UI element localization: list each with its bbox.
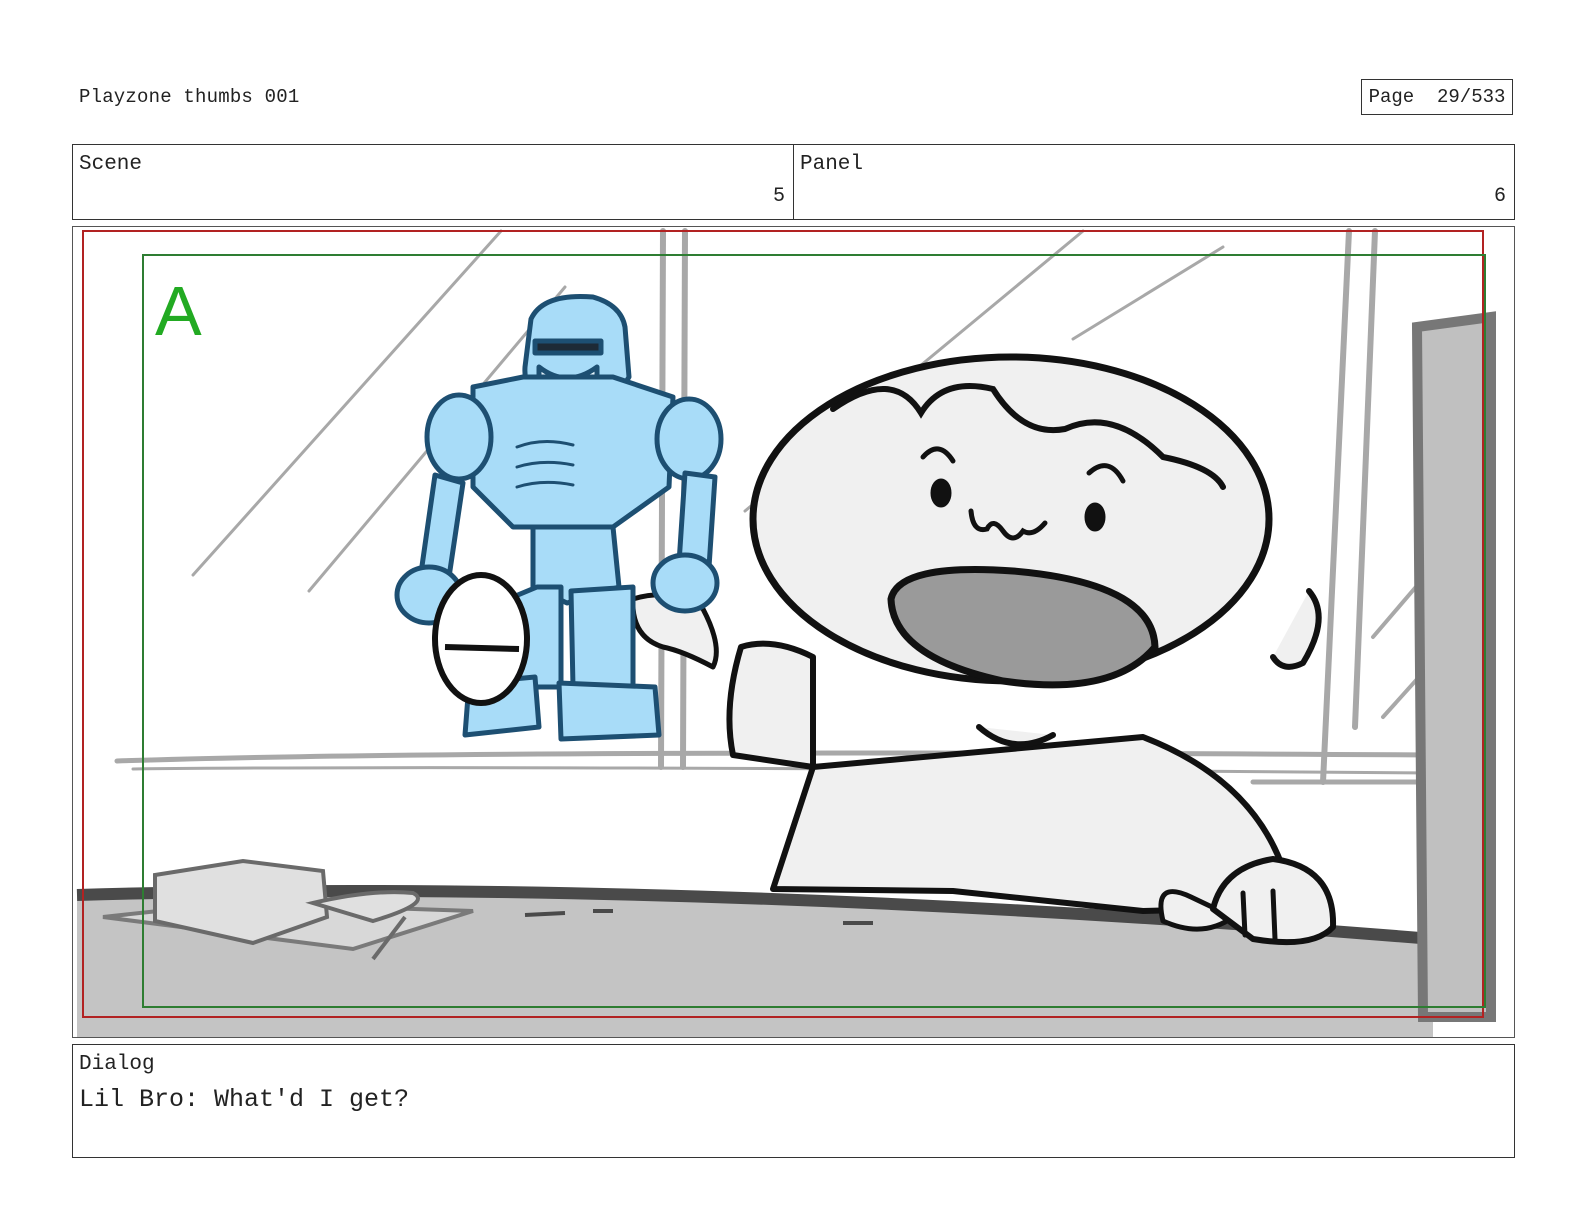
scene-label: Scene: [79, 153, 143, 176]
scene-cell: Scene 5: [73, 145, 793, 219]
document-title: Playzone thumbs 001: [79, 86, 300, 108]
scene-panel-row: Scene 5 Panel 6: [72, 144, 1515, 220]
dialog-box: Dialog Lil Bro: What'd I get?: [72, 1044, 1515, 1158]
foreground-object: [1411, 311, 1496, 1022]
page-label: Page: [1368, 86, 1415, 108]
page-indicator: Page 29/533: [1361, 79, 1513, 115]
storyboard-frame: A: [72, 226, 1515, 1038]
panel-cell: Panel 6: [793, 145, 1514, 219]
panel-number: 6: [1493, 185, 1506, 208]
storyboard-drawing: A: [76, 228, 1496, 1037]
panel-label: Panel: [800, 153, 864, 176]
page-number: 29/533: [1437, 86, 1506, 108]
dialog-text: Lil Bro: What'd I get?: [79, 1085, 410, 1114]
dialog-label: Dialog: [79, 1053, 155, 1076]
frame-marker: A: [155, 272, 202, 350]
scene-number: 5: [772, 185, 785, 208]
held-object: [432, 572, 530, 706]
